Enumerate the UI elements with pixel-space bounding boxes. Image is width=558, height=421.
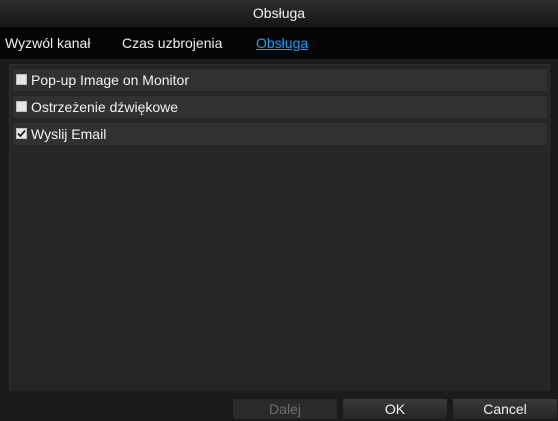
- dialog-title: Obsługa: [0, 0, 558, 26]
- option-popup-image[interactable]: Pop-up Image on Monitor: [13, 69, 547, 91]
- cancel-button[interactable]: Cancel: [452, 398, 558, 420]
- tab-trigger-channel[interactable]: Wyzwól kanał: [5, 35, 90, 51]
- handling-dialog: Obsługa Wyzwól kanał Czas uzbrojenia Obs…: [0, 0, 558, 421]
- send-email-checkbox[interactable]: [16, 128, 27, 139]
- option-send-email[interactable]: Wyslij Email: [13, 123, 547, 145]
- tab-arming-schedule[interactable]: Czas uzbrojenia: [122, 35, 222, 51]
- tab-bar: Wyzwól kanał Czas uzbrojenia Obsługa: [0, 27, 558, 59]
- send-email-label: Wyslij Email: [31, 126, 107, 142]
- audio-warning-checkbox[interactable]: [16, 101, 27, 112]
- option-audio-warning[interactable]: Ostrzeżenie dźwiękowe: [13, 96, 547, 118]
- checkmark-icon: [17, 130, 26, 138]
- audio-warning-label: Ostrzeżenie dźwiękowe: [31, 99, 179, 115]
- ok-button[interactable]: OK: [342, 398, 448, 420]
- button-bar: Dalej OK Cancel: [0, 396, 558, 421]
- popup-image-label: Pop-up Image on Monitor: [31, 72, 189, 88]
- next-button[interactable]: Dalej: [232, 398, 338, 420]
- popup-image-checkbox[interactable]: [16, 74, 27, 85]
- tab-handling[interactable]: Obsługa: [256, 35, 308, 51]
- options-panel: Pop-up Image on Monitor Ostrzeżenie dźwi…: [9, 64, 550, 390]
